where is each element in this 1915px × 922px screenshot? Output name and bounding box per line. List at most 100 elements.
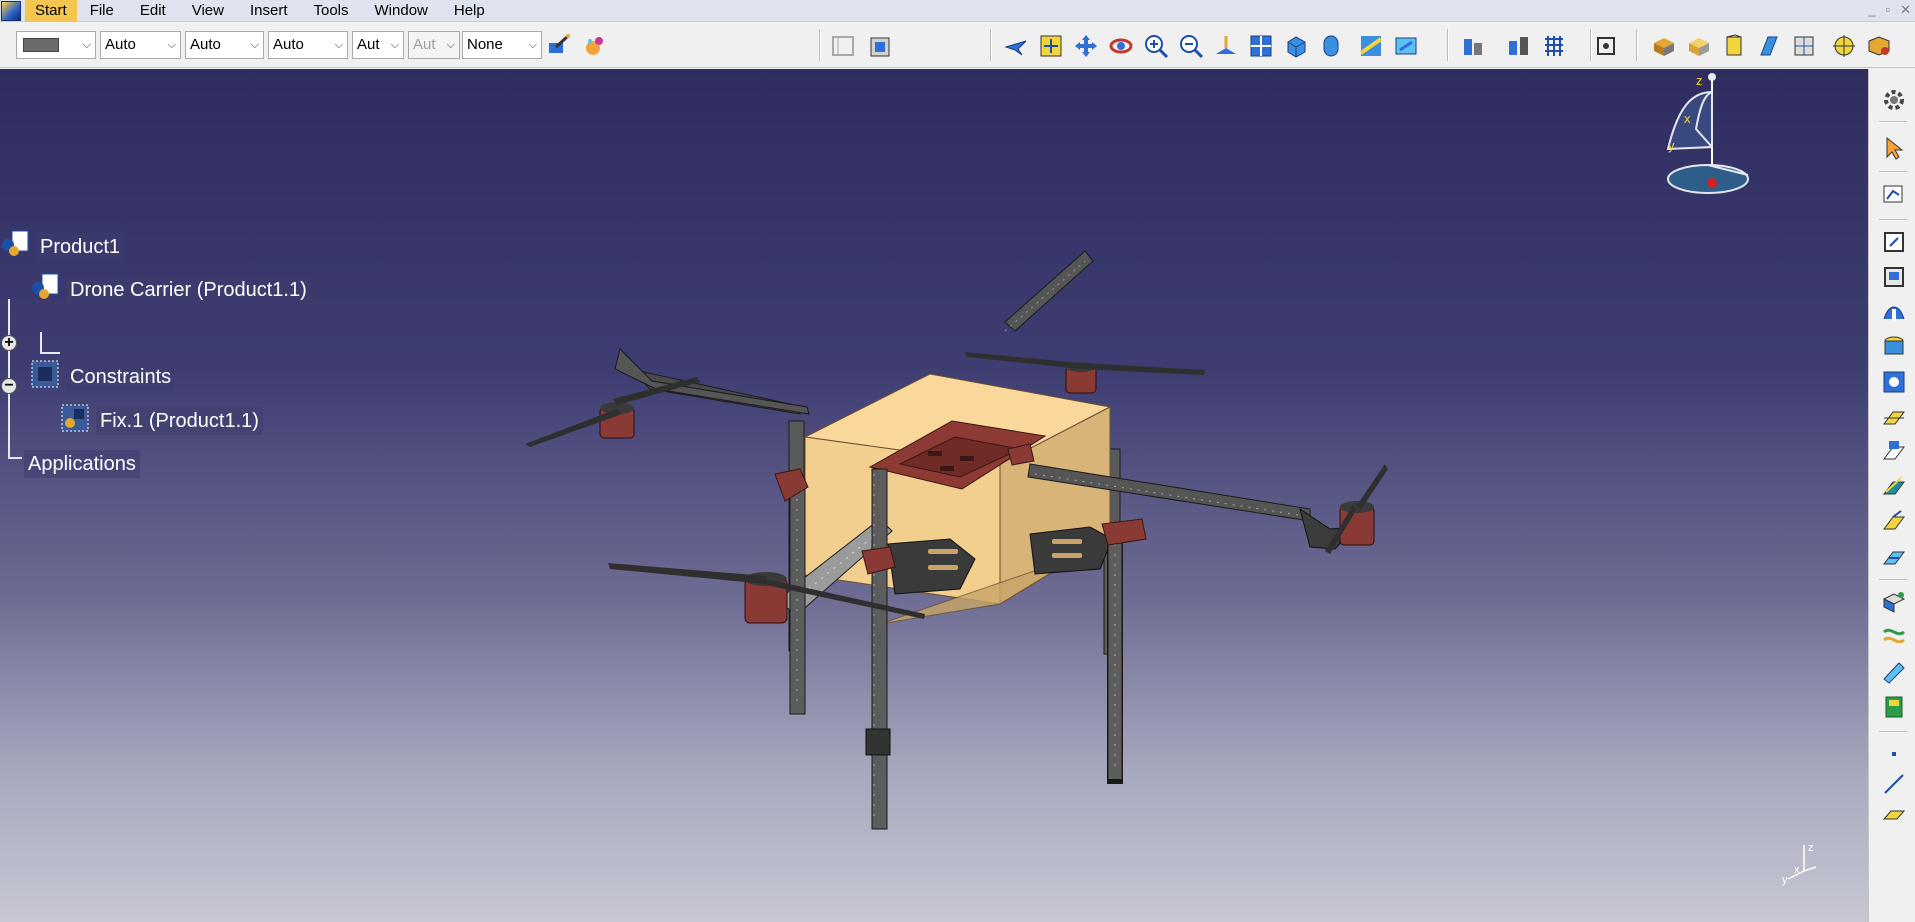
tree-node-product1[interactable]: Product1 bbox=[36, 233, 125, 261]
part-design-icon[interactable] bbox=[1651, 33, 1677, 59]
chevron-down-icon: ⌵ bbox=[446, 39, 455, 51]
drone-model[interactable] bbox=[0, 69, 1868, 922]
tree-node-drone-carrier[interactable]: Drone Carrier (Product1.1) bbox=[66, 276, 311, 304]
replace-component-icon[interactable] bbox=[1881, 369, 1907, 395]
split-icon[interactable] bbox=[1881, 659, 1907, 685]
menu-start[interactable]: Start bbox=[25, 0, 77, 22]
new-component-icon[interactable] bbox=[1881, 229, 1907, 255]
constraints-icon[interactable] bbox=[30, 359, 60, 389]
mini-axis-y-label: y bbox=[1782, 874, 1788, 886]
offset-constraint-icon[interactable] bbox=[1881, 474, 1907, 500]
chevron-down-icon: ⌵ bbox=[82, 39, 91, 51]
zoom-out-icon[interactable] bbox=[1178, 33, 1204, 59]
menu-bar: Start File Edit View Insert Tools Window… bbox=[0, 0, 1915, 22]
chevron-down-icon: ⌵ bbox=[167, 39, 176, 51]
generative-shape-icon[interactable] bbox=[1791, 33, 1817, 59]
wireframe-icon[interactable] bbox=[1756, 33, 1782, 59]
pan-icon[interactable] bbox=[1073, 33, 1099, 59]
tree-node-applications[interactable]: Applications bbox=[24, 450, 140, 478]
expand-icon[interactable]: + bbox=[1, 335, 17, 351]
mini-axis-z-label: z bbox=[1808, 842, 1814, 854]
menu-window[interactable]: Window bbox=[362, 0, 441, 22]
painter-icon[interactable] bbox=[546, 33, 572, 59]
restore-button[interactable]: ▫ bbox=[1885, 0, 1890, 20]
shading-icon[interactable] bbox=[1318, 33, 1344, 59]
assembly-design-icon[interactable] bbox=[1686, 33, 1712, 59]
quick-view-icon[interactable] bbox=[867, 33, 893, 59]
analysis-icon[interactable] bbox=[1831, 33, 1857, 59]
fly-mode-icon[interactable] bbox=[1003, 33, 1029, 59]
normal-view-icon[interactable] bbox=[1213, 33, 1239, 59]
line-icon[interactable] bbox=[1881, 771, 1907, 797]
coincidence-constraint-icon[interactable] bbox=[1881, 404, 1907, 430]
compass[interactable]: z y x bbox=[1620, 69, 1780, 237]
explode-icon[interactable] bbox=[1881, 589, 1907, 615]
chevron-down-icon: ⌵ bbox=[334, 39, 343, 51]
minimize-button[interactable]: _ bbox=[1868, 0, 1875, 20]
catalog-icon[interactable] bbox=[830, 33, 856, 59]
motor-back-left bbox=[525, 377, 700, 447]
product-icon[interactable] bbox=[30, 272, 60, 302]
contact-constraint-icon[interactable] bbox=[1881, 439, 1907, 465]
render-combo[interactable]: Aut ⌵ bbox=[408, 31, 460, 59]
rotate-icon[interactable] bbox=[1108, 33, 1134, 59]
line-type-combo[interactable]: Auto ⌵ bbox=[185, 31, 264, 59]
product-icon[interactable] bbox=[0, 229, 30, 259]
hide-show-icon[interactable] bbox=[1358, 33, 1384, 59]
chevron-down-icon: ⌵ bbox=[390, 39, 399, 51]
new-product-icon[interactable] bbox=[1881, 264, 1907, 290]
catia-logo-icon[interactable] bbox=[1, 0, 21, 21]
iso-view-icon[interactable] bbox=[1283, 33, 1309, 59]
reconnect-icon[interactable] bbox=[1881, 624, 1907, 650]
sketch-icon[interactable] bbox=[1881, 181, 1907, 207]
assembly-toolbar bbox=[1868, 69, 1915, 922]
compass-y-label: y bbox=[1668, 138, 1675, 153]
tree-node-constraints[interactable]: Constraints bbox=[66, 363, 176, 391]
save-management-icon[interactable] bbox=[1881, 694, 1907, 720]
gear-icon[interactable] bbox=[1881, 87, 1907, 113]
manipulation-icon[interactable] bbox=[1506, 33, 1532, 59]
color-combo[interactable]: ⌵ bbox=[16, 31, 96, 59]
graphic-properties-icon[interactable] bbox=[582, 33, 608, 59]
menu-view[interactable]: View bbox=[179, 0, 237, 22]
chevron-down-icon: ⌵ bbox=[528, 39, 537, 51]
zoom-in-icon[interactable] bbox=[1143, 33, 1169, 59]
chevron-down-icon: ⌵ bbox=[250, 39, 259, 51]
menu-file[interactable]: File bbox=[77, 0, 127, 22]
menu-insert[interactable]: Insert bbox=[237, 0, 301, 22]
tree-node-fix1[interactable]: Fix.1 (Product1.1) bbox=[96, 407, 263, 435]
window-controls: _ ▫ ✕ bbox=[1868, 0, 1911, 20]
grid-icon[interactable] bbox=[1541, 33, 1567, 59]
fit-all-in-icon[interactable] bbox=[1038, 33, 1064, 59]
graphic-properties-toolbar: ⌵ Auto ⌵ Auto ⌵ Auto ⌵ Aut ⌵ Aut ⌵ None ⌵ bbox=[0, 23, 1915, 68]
line-thickness-combo[interactable]: Auto ⌵ bbox=[100, 31, 181, 59]
existing-component-icon[interactable] bbox=[1881, 334, 1907, 360]
close-button[interactable]: ✕ bbox=[1900, 0, 1911, 20]
compass-z-label: z bbox=[1696, 73, 1703, 88]
point-icon[interactable] bbox=[1881, 741, 1907, 767]
3d-viewport[interactable]: Product1 + Drone Carrier (Product1.1) − … bbox=[0, 69, 1868, 922]
layer-combo[interactable]: Auto ⌵ bbox=[268, 31, 348, 59]
collapse-icon[interactable]: − bbox=[1, 378, 17, 394]
swap-visible-space-icon[interactable] bbox=[1393, 33, 1419, 59]
plane-icon[interactable] bbox=[1881, 801, 1907, 827]
measure-icon[interactable] bbox=[1593, 33, 1619, 59]
motor-front-right bbox=[1325, 464, 1388, 554]
sketcher-icon[interactable] bbox=[1721, 33, 1747, 59]
color-swatch bbox=[23, 38, 59, 52]
product-structure-icon[interactable] bbox=[1460, 33, 1486, 59]
menu-tools[interactable]: Tools bbox=[300, 0, 361, 22]
filter-combo[interactable]: None ⌵ bbox=[462, 31, 542, 59]
menu-help[interactable]: Help bbox=[441, 0, 498, 22]
transparency-combo[interactable]: Aut ⌵ bbox=[352, 31, 404, 59]
new-part-icon[interactable] bbox=[1881, 299, 1907, 325]
mini-axis: z y x bbox=[1782, 842, 1817, 886]
fix-constraint-icon[interactable] bbox=[60, 403, 90, 433]
multi-view-icon[interactable] bbox=[1248, 33, 1274, 59]
angle-constraint-icon[interactable] bbox=[1881, 509, 1907, 535]
menu-edit[interactable]: Edit bbox=[127, 0, 179, 22]
select-arrow-icon[interactable] bbox=[1881, 135, 1907, 161]
photo-studio-icon[interactable] bbox=[1866, 33, 1892, 59]
mini-axis-x-label: x bbox=[1794, 864, 1800, 876]
fix-component-icon[interactable] bbox=[1881, 544, 1907, 570]
